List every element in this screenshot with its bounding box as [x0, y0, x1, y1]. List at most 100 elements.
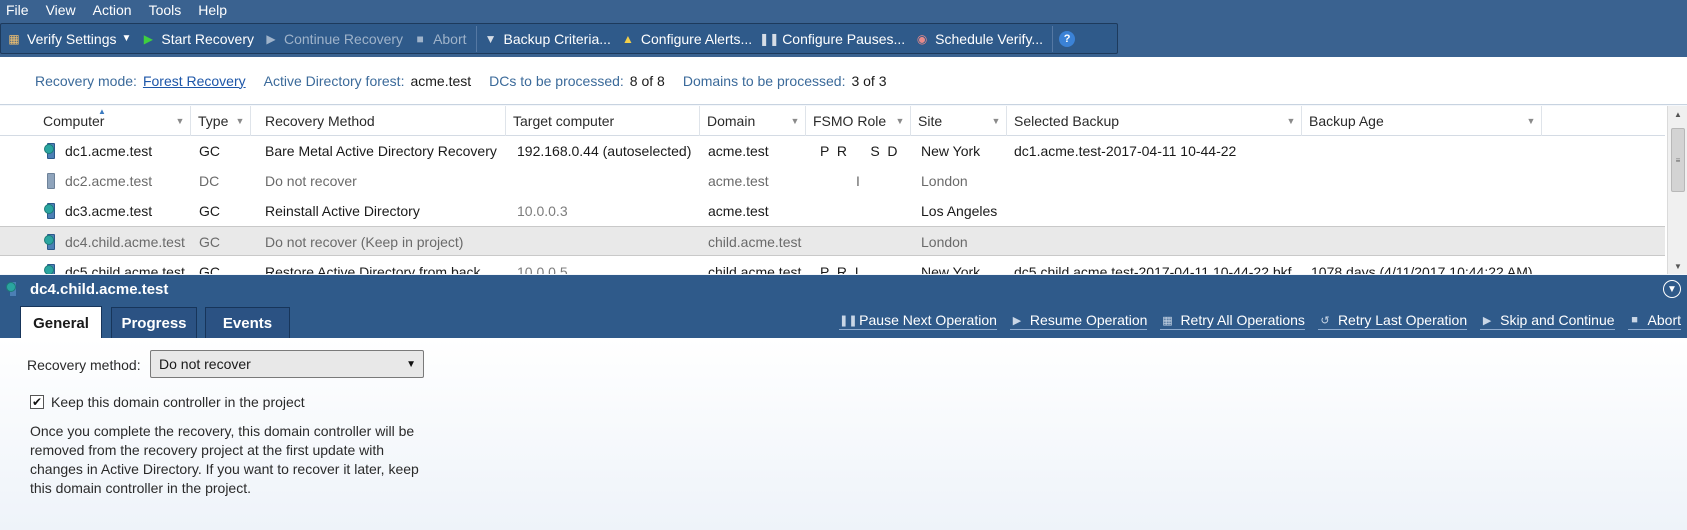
col-selected-backup[interactable]: Selected Backup ▼ — [1007, 106, 1302, 136]
col-fsmo-role-label: FSMO Role — [813, 113, 887, 129]
detail-tab-bar: General Progress Events ❚❚ Pause Next Op… — [0, 303, 1687, 339]
domain-controller-icon — [44, 263, 60, 274]
computer-cell: dc5.child.acme.test — [44, 257, 194, 274]
stop-icon: ■ — [416, 31, 424, 46]
dcs-value: 8 of 8 — [629, 72, 665, 89]
domain-controller-icon — [6, 280, 22, 298]
domain-controller-icon — [44, 142, 60, 160]
fsmo-cell: P R I — [820, 264, 859, 274]
keep-in-project-label[interactable]: Keep this domain controller in the proje… — [51, 394, 305, 410]
col-computer[interactable]: ▲ Computer ▼ — [36, 106, 191, 136]
backup-criteria-button[interactable]: ▼ Backup Criteria... — [480, 26, 617, 51]
tab-events[interactable]: Events — [205, 307, 290, 338]
configure-alerts-button[interactable]: ▲ Configure Alerts... — [617, 26, 758, 51]
age-cell — [1311, 136, 1661, 166]
filter-icon[interactable]: ▼ — [789, 115, 801, 127]
menu-help[interactable]: Help — [198, 2, 227, 18]
pause-next-operation-link[interactable]: ❚❚ Pause Next Operation — [839, 312, 997, 330]
filter-icon[interactable]: ▼ — [894, 115, 906, 127]
method-cell: Do not recover (Keep in project) — [265, 234, 464, 250]
table-row[interactable]: dc5.child.acme.test GC Restore Active Di… — [0, 257, 1665, 274]
abort-link[interactable]: ■ Abort — [1627, 312, 1681, 330]
col-target-computer[interactable]: Target computer — [506, 106, 700, 136]
skip-icon: ▶ — [1482, 314, 1492, 327]
filter-icon[interactable]: ▼ — [990, 115, 1002, 127]
col-site[interactable]: Site ▼ — [911, 106, 1007, 136]
col-backup-age[interactable]: Backup Age ▼ — [1302, 106, 1542, 136]
filter-icon[interactable]: ▼ — [234, 115, 246, 127]
computer-cell: dc2.acme.test — [44, 166, 194, 196]
tab-general[interactable]: General — [20, 306, 102, 339]
help-button[interactable]: ? — [1056, 26, 1086, 51]
type-cell: DC — [199, 173, 220, 189]
menu-tools[interactable]: Tools — [149, 2, 182, 18]
schedule-verify-button[interactable]: ◉ Schedule Verify... — [911, 26, 1049, 51]
skip-and-continue-link[interactable]: ▶ Skip and Continue — [1480, 312, 1615, 330]
col-fsmo-role[interactable]: FSMO Role ▼ — [806, 106, 911, 136]
method-cell: Bare Metal Active Directory Recovery — [265, 143, 497, 159]
filter-icon[interactable]: ▼ — [1285, 115, 1297, 127]
method-cell: Do not recover — [265, 173, 357, 189]
type-cell: GC — [199, 264, 220, 274]
recovery-mode-link[interactable]: Forest Recovery — [143, 73, 246, 89]
tab-progress[interactable]: Progress — [111, 307, 197, 338]
continue-recovery-label: Continue Recovery — [284, 30, 404, 47]
configure-pauses-button[interactable]: ❚❚ Configure Pauses... — [758, 26, 911, 51]
scroll-thumb[interactable]: ≡ — [1671, 128, 1685, 192]
pause-icon: ❚❚ — [839, 314, 858, 327]
col-recovery-method[interactable]: Recovery Method — [258, 106, 506, 136]
domain-cell: acme.test — [708, 203, 769, 219]
retry-icon: ↺ — [1320, 314, 1330, 327]
table-row[interactable]: dc3.acme.test GC Reinstall Active Direct… — [0, 196, 1665, 226]
filter-icon[interactable]: ▼ — [174, 115, 186, 127]
target-cell: 192.168.0.44 (autoselected) — [517, 143, 692, 159]
table-row-selected[interactable]: dc4.child.acme.test GC Do not recover (K… — [0, 226, 1665, 256]
computer-name: dc1.acme.test — [65, 143, 153, 159]
fsmo-cell — [820, 196, 910, 226]
keep-in-project-checkbox[interactable]: ✔ — [30, 395, 44, 409]
recovery-method-select[interactable]: Do not recover ▼ — [150, 350, 424, 378]
detail-title: dc4.child.acme.test — [30, 280, 169, 298]
menu-file[interactable]: File — [6, 2, 29, 18]
table-row[interactable]: dc2.acme.test DC Do not recover acme.tes… — [0, 166, 1665, 196]
skip-and-continue-label: Skip and Continue — [1500, 312, 1615, 328]
grid-scrollbar[interactable]: ▲ ≡ ▼ — [1667, 106, 1687, 274]
domain-cell: acme.test — [708, 173, 769, 189]
method-cell: Reinstall Active Directory — [265, 203, 420, 219]
continue-recovery-button[interactable]: ▶ Continue Recovery — [260, 26, 409, 51]
col-backup-age-label: Backup Age — [1309, 113, 1384, 129]
filter-icon[interactable]: ▼ — [1525, 115, 1537, 127]
verify-settings-button[interactable]: ▦ Verify Settings ▼ — [3, 26, 137, 51]
abort-toolbar-button[interactable]: ■ Abort — [409, 26, 472, 51]
col-domain[interactable]: Domain ▼ — [700, 106, 806, 136]
resume-operation-link[interactable]: ▶ Resume Operation — [1009, 312, 1148, 330]
dcs-label: DCs to be processed: — [489, 72, 624, 89]
start-recovery-button[interactable]: ▶ Start Recovery — [137, 26, 260, 51]
retry-last-operation-link[interactable]: ↺ Retry Last Operation — [1317, 312, 1468, 330]
pause-icon: ❚❚ — [759, 31, 780, 46]
recovery-mode-label: Recovery mode: — [35, 72, 137, 89]
toolbar-separator — [1052, 25, 1054, 52]
computer-cell: dc1.acme.test — [44, 136, 194, 166]
scroll-down-icon[interactable]: ▼ — [1668, 258, 1687, 274]
fsmo-cell — [820, 227, 910, 257]
target-cell — [517, 166, 697, 196]
recovery-method-value: Do not recover — [159, 356, 251, 372]
menu-view[interactable]: View — [46, 2, 76, 18]
collapse-icon[interactable]: ▼ — [1663, 280, 1681, 298]
col-computer-label: Computer — [43, 113, 105, 129]
site-cell: London — [921, 173, 968, 189]
operation-actions: ❚❚ Pause Next Operation ▶ Resume Operati… — [826, 308, 1681, 334]
window-chrome: File View Action Tools Help ▦ Verify Set… — [0, 0, 1687, 57]
domains-label: Domains to be processed: — [682, 72, 846, 89]
col-type[interactable]: Type ▼ — [191, 106, 251, 136]
general-panel: Recovery method: Do not recover ▼ ✔ Keep… — [0, 338, 1687, 530]
scroll-up-icon[interactable]: ▲ — [1668, 106, 1687, 122]
retry-all-operations-link[interactable]: ▦ Retry All Operations — [1160, 312, 1305, 330]
verify-settings-label: Verify Settings — [27, 30, 117, 47]
menu-action[interactable]: Action — [93, 2, 132, 18]
age-cell: 1078 days (4/11/2017 10:44:22 AM) — [1311, 264, 1533, 274]
recovery-method-label: Recovery method: — [27, 357, 141, 373]
stop-icon: ■ — [1631, 314, 1638, 326]
table-row[interactable]: dc1.acme.test GC Bare Metal Active Direc… — [0, 136, 1665, 166]
